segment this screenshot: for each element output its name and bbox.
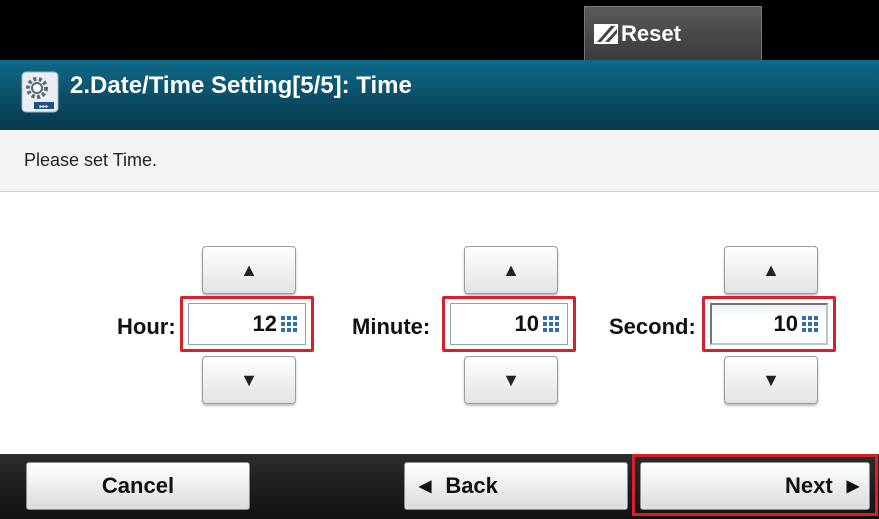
minute-label: Minute:	[352, 314, 431, 339]
second-field-highlight: 10	[702, 296, 836, 352]
hour-field-highlight: 12	[180, 296, 314, 352]
second-label: Second:	[609, 314, 696, 339]
keypad-icon	[543, 316, 559, 332]
up-arrow-icon: ▲	[502, 259, 520, 280]
minute-up-button[interactable]: ▲	[464, 246, 558, 294]
second-up-button[interactable]: ▲	[724, 246, 818, 294]
minute-field-highlight: 10	[442, 296, 576, 352]
top-bar: Reset	[0, 0, 879, 60]
up-arrow-icon: ▲	[240, 259, 258, 280]
down-arrow-icon: ▼	[240, 369, 258, 390]
device-screen: Reset ▸▸▸ 2.Date/Time Setting[5/5]: Time…	[0, 0, 879, 519]
up-arrow-icon: ▲	[762, 259, 780, 280]
hour-down-button[interactable]: ▼	[202, 356, 296, 404]
cancel-button[interactable]: Cancel	[26, 462, 250, 510]
instruction-text: Please set Time.	[0, 130, 879, 192]
minute-input[interactable]: 10	[450, 303, 568, 345]
reset-button[interactable]: Reset	[584, 6, 762, 60]
second-input[interactable]: 10	[710, 303, 828, 345]
settings-gear-icon: ▸▸▸	[21, 71, 59, 113]
down-arrow-icon: ▼	[502, 369, 520, 390]
back-button[interactable]: ◀ Back	[404, 462, 628, 510]
hour-value: 12	[252, 311, 277, 336]
keypad-icon	[802, 316, 818, 332]
reset-label: Reset	[621, 20, 681, 46]
svg-text:▸▸▸: ▸▸▸	[39, 103, 48, 110]
back-arrow-icon: ◀	[419, 478, 432, 495]
hour-input[interactable]: 12	[188, 303, 306, 345]
reset-icon	[594, 23, 618, 44]
second-down-button[interactable]: ▼	[724, 356, 818, 404]
minute-down-button[interactable]: ▼	[464, 356, 558, 404]
back-label: Back	[445, 473, 498, 498]
keypad-icon	[281, 316, 297, 332]
cancel-label: Cancel	[101, 473, 175, 498]
title-bar: ▸▸▸ 2.Date/Time Setting[5/5]: Time	[0, 60, 879, 130]
hour-up-button[interactable]: ▲	[202, 246, 296, 294]
down-arrow-icon: ▼	[762, 369, 780, 390]
page-title: 2.Date/Time Setting[5/5]: Time	[70, 72, 412, 99]
next-button-highlight	[632, 454, 878, 516]
time-setting-panel: ▲ Hour: 12 ▼ ▲ Minute: 10 ▼ ▲ Second: 10…	[0, 192, 879, 454]
minute-value: 10	[514, 311, 539, 336]
hour-label: Hour:	[117, 314, 176, 339]
second-value: 10	[773, 311, 798, 336]
